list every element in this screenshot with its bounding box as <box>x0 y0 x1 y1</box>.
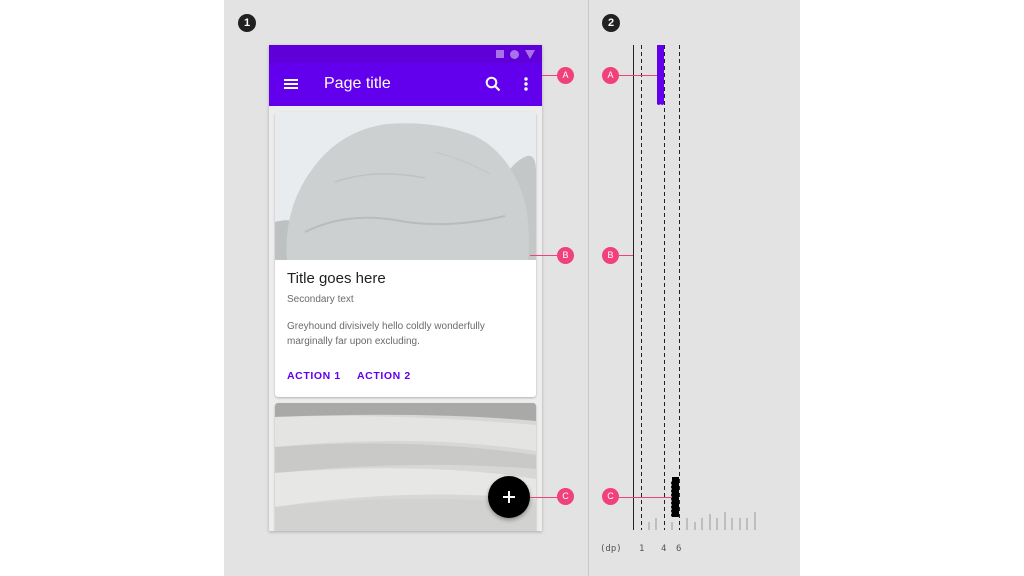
top-app-bar: Page title <box>269 63 542 106</box>
status-bar <box>269 45 542 63</box>
card-supporting-text: Greyhound divisively hello coldly wonder… <box>287 319 522 349</box>
dp-tick-label: 1 <box>639 544 645 554</box>
card-body-line: marginally far upon excluding. <box>287 336 420 347</box>
menu-icon[interactable] <box>280 73 302 95</box>
phone-mockup: Page title Title goes here Secondary tex… <box>269 45 542 531</box>
fab-elevation-bar <box>671 477 679 517</box>
leader-line <box>542 75 558 76</box>
figure-number-1: 1 <box>238 14 256 32</box>
dp-tick-label: 4 <box>661 544 667 554</box>
callout-c: C <box>557 488 574 505</box>
card[interactable]: Title goes here Secondary text Greyhound… <box>275 112 536 397</box>
leader-line <box>530 497 558 498</box>
app-bar-elevation-bar <box>657 45 664 105</box>
dp-unit-label: (dp) <box>600 544 622 554</box>
fab-button[interactable] <box>488 476 530 518</box>
status-triangle-icon <box>525 49 535 59</box>
card-body-line: Greyhound divisively hello coldly wonder… <box>287 321 485 332</box>
callout-a: A <box>557 67 574 84</box>
status-square-icon <box>496 50 504 58</box>
add-icon <box>503 491 515 503</box>
action-1-button[interactable]: ACTION 1 <box>287 370 341 382</box>
page-title: Page title <box>324 75 391 92</box>
dp-tick-label: 6 <box>676 544 682 554</box>
more-vert-icon[interactable] <box>515 73 537 95</box>
callout-c: C <box>602 488 619 505</box>
card-title: Title goes here <box>287 270 386 287</box>
leader-line <box>530 255 558 256</box>
rock-image <box>275 112 536 260</box>
callout-b: B <box>557 247 574 264</box>
callout-a: A <box>602 67 619 84</box>
card-secondary-text: Secondary text <box>287 294 354 305</box>
search-icon[interactable] <box>482 73 504 95</box>
status-circle-icon <box>510 49 519 59</box>
elevation-diagram <box>619 45 756 530</box>
action-2-button[interactable]: ACTION 2 <box>357 370 411 382</box>
callout-b: B <box>602 247 619 264</box>
